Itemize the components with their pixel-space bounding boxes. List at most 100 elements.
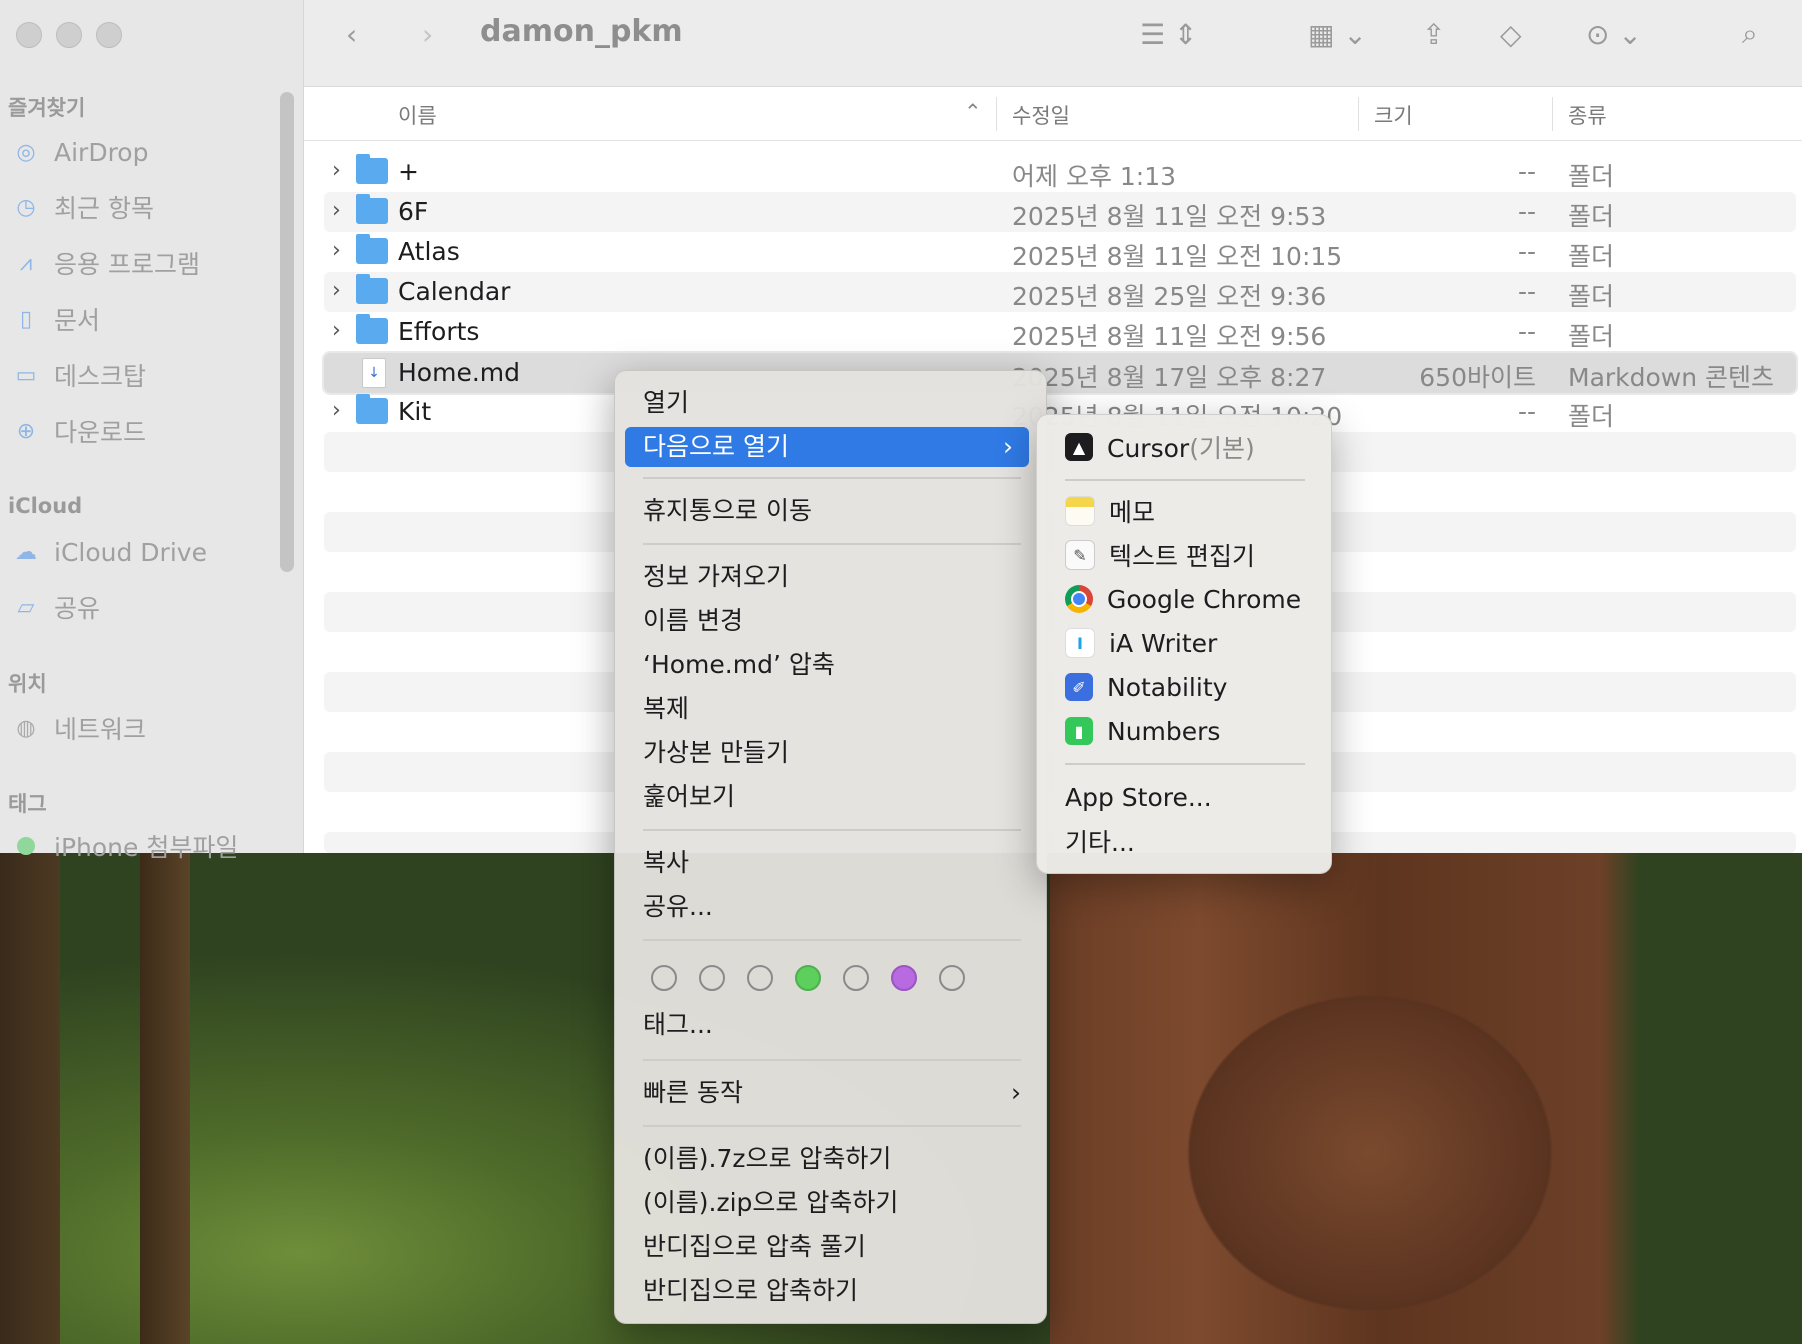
menu-item-rename[interactable]: 이름 변경 <box>643 601 743 641</box>
column-modified[interactable]: 수정일 <box>1012 100 1070 130</box>
menu-item-compress-7z[interactable]: (이름).7z으로 압축하기 <box>643 1139 891 1179</box>
file-row[interactable]: › + 어제 오후 1:13 -- 폴더 <box>324 152 1796 192</box>
app-item-ia-writer[interactable]: I iA Writer <box>1065 623 1217 663</box>
menu-item-move-to-trash[interactable]: 휴지통으로 이동 <box>643 491 812 531</box>
search-button[interactable]: ⌕ <box>1742 14 1758 54</box>
ia-writer-app-icon: I <box>1065 628 1095 658</box>
menu-separator <box>643 1059 1021 1061</box>
column-name[interactable]: 이름 <box>398 100 437 130</box>
tag-button[interactable]: ◇ <box>1500 14 1522 54</box>
sidebar-item-desktop[interactable]: ▭ 데스크탑 <box>10 357 146 393</box>
shared-folder-icon: ▱ <box>17 594 35 620</box>
tag-color-none[interactable] <box>699 965 725 991</box>
toolbar: ‹ › damon_pkm ☰ ⇕ ▦ ⌄ ⇪ ◇ ⊙ ⌄ ⌕ <box>304 0 1802 87</box>
file-row[interactable]: › Calendar 2025년 8월 25일 오전 9:36 -- 폴더 <box>324 272 1796 312</box>
sidebar-item-icloud-drive[interactable]: ☁ iCloud Drive <box>10 534 207 570</box>
disclosure-chevron-icon[interactable]: › <box>332 278 341 303</box>
grid-icon: ▦ ⌄ <box>1308 17 1367 51</box>
sidebar-item-documents[interactable]: ▯ 문서 <box>10 301 100 337</box>
list-view-button[interactable]: ☰ ⇕ <box>1140 14 1197 54</box>
menu-item-quick-actions[interactable]: 빠른 동작 › <box>643 1073 1021 1113</box>
tag-color-none[interactable] <box>843 965 869 991</box>
sidebar-item-airdrop[interactable]: ◎ AirDrop <box>10 134 148 170</box>
menu-item-copy[interactable]: 복사 <box>643 843 689 883</box>
cursor-app-icon: ▲ <box>1065 433 1093 461</box>
clock-icon: ◷ <box>16 194 36 220</box>
menu-item-open-with[interactable]: 다음으로 열기 › <box>625 427 1029 467</box>
file-row[interactable]: › 6F 2025년 8월 11일 오전 9:53 -- 폴더 <box>324 192 1796 232</box>
menu-item-bandizip-compress[interactable]: 반디집으로 압축하기 <box>643 1271 858 1311</box>
app-item-chrome[interactable]: Google Chrome <box>1065 579 1301 619</box>
cloud-icon: ☁ <box>15 539 37 565</box>
file-row[interactable]: › Atlas 2025년 8월 11일 오전 10:15 -- 폴더 <box>324 232 1796 272</box>
chevron-right-icon: › <box>1011 1078 1021 1107</box>
disclosure-chevron-icon[interactable]: › <box>332 398 341 423</box>
menu-item-get-info[interactable]: 정보 가져오기 <box>643 557 789 597</box>
menu-item-tags[interactable]: 태그... <box>643 1005 713 1045</box>
list-icon: ☰ ⇕ <box>1140 17 1198 51</box>
column-size[interactable]: 크기 <box>1374 100 1413 130</box>
sidebar-item-shared[interactable]: ▱ 공유 <box>10 589 100 625</box>
forward-button[interactable]: › <box>422 14 433 54</box>
menu-item-quick-look[interactable]: 훑어보기 <box>643 777 735 817</box>
back-button[interactable]: ‹ <box>346 14 357 54</box>
tag-color-green[interactable] <box>795 965 821 991</box>
context-menu: 열기 다음으로 열기 › 휴지통으로 이동 정보 가져오기 이름 변경 ‘Hom… <box>614 370 1047 1324</box>
column-kind[interactable]: 종류 <box>1568 100 1607 130</box>
notability-app-icon: ✐ <box>1065 673 1093 701</box>
tag-icon: ◇ <box>1500 17 1522 51</box>
locations-heading: 위치 <box>8 672 47 696</box>
tag-color-none[interactable] <box>651 965 677 991</box>
disclosure-chevron-icon[interactable]: › <box>332 318 341 343</box>
more-actions-button[interactable]: ⊙ ⌄ <box>1586 14 1642 54</box>
app-item-notes[interactable]: 메모 <box>1065 491 1155 531</box>
tag-color-purple[interactable] <box>891 965 917 991</box>
sidebar-item-downloads[interactable]: ⊕ 다운로드 <box>10 413 146 449</box>
window-title: damon_pkm <box>480 14 683 49</box>
zoom-window-button[interactable] <box>96 22 122 48</box>
close-window-button[interactable] <box>16 22 42 48</box>
download-icon: ⊕ <box>16 418 36 444</box>
menu-item-compress-zip[interactable]: (이름).zip으로 압축하기 <box>643 1183 898 1223</box>
share-button[interactable]: ⇪ <box>1422 14 1445 54</box>
menu-item-make-alias[interactable]: 가상본 만들기 <box>643 733 789 773</box>
app-item-numbers[interactable]: ▮ Numbers <box>1065 711 1220 751</box>
folder-icon <box>356 274 388 304</box>
sidebar-item-tag-iphone[interactable]: iPhone 첨부파일 <box>10 828 238 864</box>
app-item-notability[interactable]: ✐ Notability <box>1065 667 1227 707</box>
app-item-textedit[interactable]: ✎ 텍스트 편집기 <box>1065 535 1255 575</box>
file-row[interactable]: › Efforts 2025년 8월 11일 오전 9:56 -- 폴더 <box>324 312 1796 352</box>
menu-item-bandizip-extract[interactable]: 반디집으로 압축 풀기 <box>643 1227 866 1267</box>
app-item-cursor[interactable]: ▲ Cursor(기본) <box>1065 427 1255 467</box>
menu-item-app-store[interactable]: App Store... <box>1065 777 1212 817</box>
favorites-heading: 즐겨찾기 <box>8 96 86 120</box>
folder-icon <box>356 394 388 424</box>
disclosure-chevron-icon[interactable]: › <box>332 198 341 223</box>
tag-color-none[interactable] <box>939 965 965 991</box>
disclosure-chevron-icon[interactable]: › <box>332 238 341 263</box>
menu-item-share[interactable]: 공유... <box>643 887 713 927</box>
menu-item-duplicate[interactable]: 복제 <box>643 689 689 729</box>
menu-item-compress[interactable]: ‘Home.md’ 압축 <box>643 645 835 685</box>
menu-item-open[interactable]: 열기 <box>643 383 689 423</box>
sidebar-item-network[interactable]: ◍ 네트워크 <box>10 710 146 746</box>
sidebar-scrollbar[interactable] <box>280 92 294 572</box>
minimize-window-button[interactable] <box>56 22 82 48</box>
chevron-right-icon: › <box>422 17 434 51</box>
tag-color-none[interactable] <box>747 965 773 991</box>
icloud-heading: iCloud <box>8 494 83 518</box>
sidebar-item-applications[interactable]: ⩘ 응용 프로그램 <box>10 245 200 281</box>
disclosure-chevron-icon[interactable]: › <box>332 158 341 183</box>
sidebar-item-recents[interactable]: ◷ 최근 항목 <box>10 189 154 225</box>
menu-item-other[interactable]: 기타... <box>1065 821 1135 861</box>
tag-dot-icon <box>10 830 42 862</box>
column-divider <box>1358 97 1359 131</box>
group-button[interactable]: ▦ ⌄ <box>1308 14 1367 54</box>
numbers-app-icon: ▮ <box>1065 717 1093 745</box>
file-row-selected[interactable]: ↓ Home.md 2025년 8월 17일 오후 8:27 650바이트 Ma… <box>322 351 1798 395</box>
applications-icon: ⩘ <box>19 250 33 276</box>
tags-heading: 태그 <box>8 792 47 816</box>
menu-separator <box>643 543 1021 545</box>
folder-icon <box>356 314 388 344</box>
share-icon: ⇪ <box>1422 17 1446 51</box>
